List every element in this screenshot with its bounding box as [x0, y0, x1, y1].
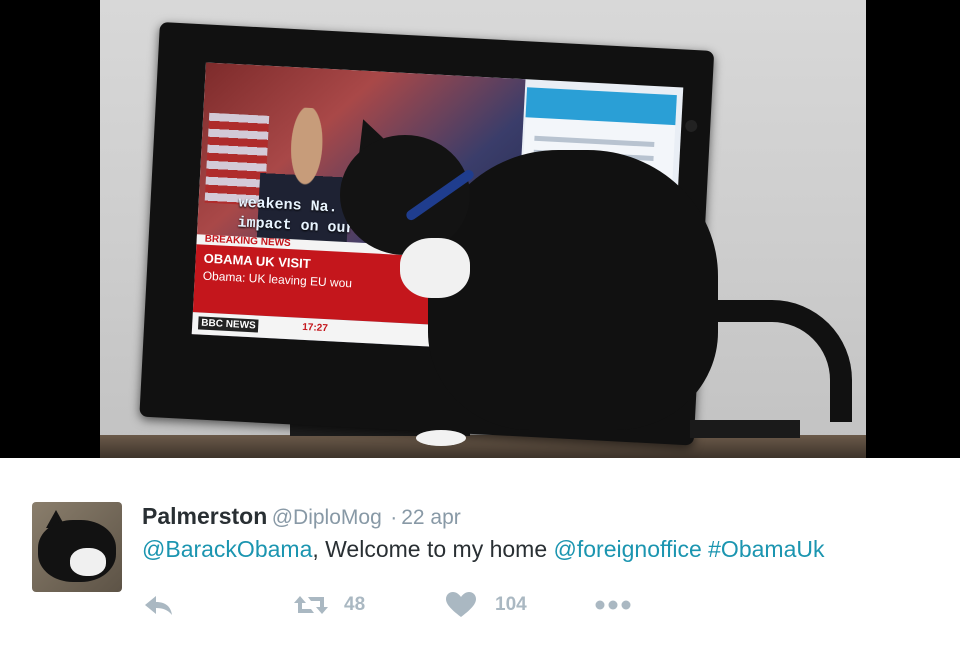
like-button[interactable]: 104: [445, 588, 527, 622]
side-panel-line: [534, 135, 655, 148]
header-separator: ·: [390, 506, 398, 529]
headline-text: OBAMA UK VISIT: [203, 250, 312, 272]
tweet-text-body: , Welcome to my home: [312, 536, 554, 562]
retweet-button[interactable]: 48: [292, 588, 365, 622]
tweet-photo[interactable]: weakens Na. impact on our BREAKING NEWS …: [100, 0, 866, 458]
more-button[interactable]: [594, 588, 634, 622]
reply-icon: [142, 593, 176, 617]
cables: [690, 420, 800, 438]
tweet-timestamp[interactable]: 22 apr: [401, 506, 461, 529]
tweet-header: Palmerston @DiploMog · 22 apr: [142, 503, 461, 530]
like-count: 104: [495, 594, 527, 615]
cat-head: [340, 135, 470, 255]
user-handle[interactable]: @DiploMog: [272, 506, 382, 529]
headline-subline: Obama: UK leaving EU wou: [202, 268, 353, 291]
cat-body: [428, 150, 718, 430]
side-panel-header: [525, 87, 677, 126]
avatar[interactable]: [32, 502, 122, 592]
tweet-text: @BarackObama, Welcome to my home @foreig…: [142, 536, 824, 563]
more-dots-icon: [594, 599, 634, 611]
retweet-count: 48: [344, 594, 366, 615]
mention-foreignoffice[interactable]: @foreignoffice: [554, 536, 702, 562]
network-clock: 17:27: [301, 321, 329, 335]
heart-icon: [445, 591, 477, 619]
mention-barackobama[interactable]: @BarackObama: [142, 536, 312, 562]
hashtag-obamauk[interactable]: #ObamaUk: [708, 536, 824, 562]
display-name[interactable]: Palmerston: [142, 503, 267, 529]
avatar-cat-chest: [70, 548, 106, 576]
tweet-media[interactable]: weakens Na. impact on our BREAKING NEWS …: [0, 0, 960, 458]
cat-chest: [400, 238, 470, 298]
photo-shelf: [100, 435, 866, 458]
reply-button[interactable]: [142, 588, 176, 622]
retweet-icon: [292, 592, 330, 618]
cat-paw: [416, 430, 466, 446]
tweet-actions: 48 104: [142, 588, 742, 622]
tv-power-light: [684, 119, 698, 133]
